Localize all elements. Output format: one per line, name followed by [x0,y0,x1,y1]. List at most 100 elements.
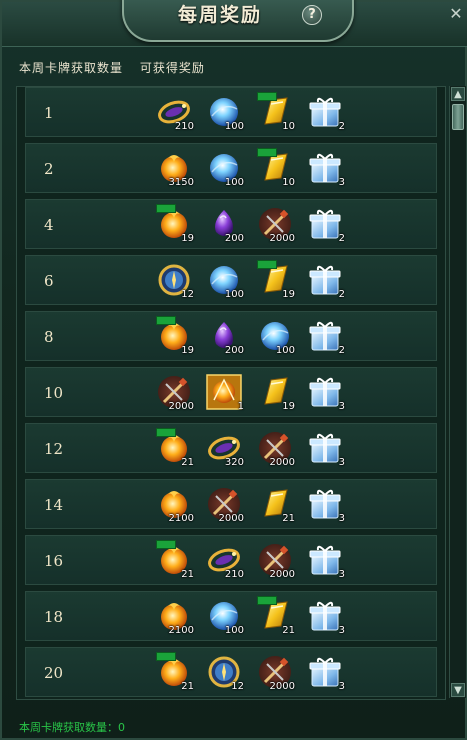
item-quantity: 3 [338,457,345,468]
weapon-reward-item[interactable]: 2000 [206,486,244,524]
gold-crystal-reward-item[interactable]: 10 [257,148,295,188]
reward-row: 14 2100 2000 21 3 [25,479,437,529]
gold-crystal-reward-item[interactable]: 10 [257,92,295,132]
item-quantity: 2000 [269,681,295,692]
item-quantity: 3 [338,681,345,692]
item-quantity: 100 [224,121,244,132]
row-card-count: 6 [44,272,54,290]
bound-tag-icon [156,428,176,437]
reward-row: 12 21 320 2000 3 [25,423,437,473]
item-quantity: 210 [224,569,244,580]
reward-row: 10 2000 1 19 3 [25,367,437,417]
gift-box-reward-item[interactable]: 2 [307,206,345,244]
fire-orb-reward-item[interactable]: 21 [156,652,194,692]
weapon-reward-item[interactable]: 2000 [257,654,295,692]
bound-tag-icon [156,316,176,325]
row-card-count: 10 [44,384,64,402]
bound-tag-icon [156,540,176,549]
row-card-count: 16 [44,552,64,570]
bound-tag-icon [257,148,277,157]
list-header: 本周卡牌获取数量 可获得奖励 [19,59,217,76]
golden-card-reward-item[interactable]: 1 [206,374,244,412]
gift-box-reward-item[interactable]: 3 [307,542,345,580]
scrollbar[interactable]: ▲ ▼ [449,86,466,698]
gift-box-reward-item[interactable]: 2 [307,318,345,356]
bound-tag-icon [156,204,176,213]
gold-crystal-reward-item[interactable]: 21 [257,486,295,524]
weapon-reward-item[interactable]: 2000 [257,430,295,468]
item-quantity: 1 [237,401,244,412]
purple-gem-reward-item[interactable]: 200 [206,206,244,244]
blue-orb-reward-item[interactable]: 100 [206,262,244,300]
bound-tag-icon [257,596,277,605]
item-quantity: 3 [338,569,345,580]
weapon-reward-item[interactable]: 2000 [156,374,194,412]
compass-reward-item[interactable]: 12 [206,654,244,692]
reward-list: 1 210 100 10 2 2 3150 100 10 3 4 19 200 2000 2 6 12 100 19… [16,86,446,700]
fire-orb-reward-item[interactable]: 2100 [156,598,194,636]
ring-reward-item[interactable]: 320 [206,430,244,468]
fire-orb-reward-item[interactable]: 2100 [156,486,194,524]
item-quantity: 19 [282,289,295,300]
item-quantity: 21 [181,681,194,692]
purple-gem-reward-item[interactable]: 200 [206,318,244,356]
item-quantity: 100 [224,289,244,300]
scroll-down-button[interactable]: ▼ [451,683,465,697]
fire-orb-reward-item[interactable]: 21 [156,540,194,580]
item-quantity: 200 [224,233,244,244]
fire-orb-reward-item[interactable]: 3150 [156,150,194,188]
ring-reward-item[interactable]: 210 [156,94,194,132]
item-quantity: 21 [282,625,295,636]
reward-row: 16 21 210 2000 3 [25,535,437,585]
fire-orb-reward-item[interactable]: 21 [156,428,194,468]
item-quantity: 320 [224,457,244,468]
item-quantity: 2000 [269,233,295,244]
row-card-count: 12 [44,440,64,458]
fire-orb-reward-item[interactable]: 19 [156,204,194,244]
ring-reward-item[interactable]: 210 [206,542,244,580]
gift-box-reward-item[interactable]: 2 [307,94,345,132]
gold-crystal-reward-item[interactable]: 21 [257,596,295,636]
item-quantity: 21 [181,457,194,468]
gift-box-reward-item[interactable]: 3 [307,374,345,412]
item-quantity: 2 [338,121,345,132]
gift-box-reward-item[interactable]: 3 [307,486,345,524]
blue-orb-reward-item[interactable]: 100 [206,598,244,636]
footer-status: 本周卡牌获取数量：0 [19,719,125,735]
gold-crystal-reward-item[interactable]: 19 [257,260,295,300]
reward-row: 20 21 12 2000 3 [25,647,437,697]
help-button[interactable]: ? [302,5,322,25]
blue-orb-reward-item[interactable]: 100 [206,94,244,132]
gold-crystal-reward-item[interactable]: 19 [257,374,295,412]
compass-reward-item[interactable]: 12 [156,262,194,300]
item-quantity: 2 [338,345,345,356]
gift-box-reward-item[interactable]: 3 [307,150,345,188]
item-quantity: 3 [338,177,345,188]
item-quantity: 2100 [168,513,194,524]
blue-orb-reward-item[interactable]: 100 [257,318,295,356]
item-quantity: 200 [224,345,244,356]
blue-orb-reward-item[interactable]: 100 [206,150,244,188]
scroll-thumb[interactable] [452,104,464,130]
row-card-count: 4 [44,216,54,234]
close-button[interactable]: ✕ [448,6,464,22]
reward-row: 4 19 200 2000 2 [25,199,437,249]
fire-orb-reward-item[interactable]: 19 [156,316,194,356]
gift-box-reward-item[interactable]: 3 [307,430,345,468]
gift-box-reward-item[interactable]: 3 [307,654,345,692]
item-quantity: 2000 [269,457,295,468]
item-quantity: 21 [282,513,295,524]
row-card-count: 14 [44,496,64,514]
item-quantity: 210 [174,121,194,132]
weapon-reward-item[interactable]: 2000 [257,542,295,580]
bound-tag-icon [257,92,277,101]
weapon-reward-item[interactable]: 2000 [257,206,295,244]
item-quantity: 21 [181,569,194,580]
row-card-count: 1 [44,104,54,122]
row-card-count: 20 [44,664,64,682]
gift-box-reward-item[interactable]: 3 [307,598,345,636]
row-card-count: 18 [44,608,64,626]
gift-box-reward-item[interactable]: 2 [307,262,345,300]
weekly-reward-window: 每周奖励 ? ✕ 本周卡牌获取数量 可获得奖励 1 210 100 10 2 2 3150 1… [0,0,467,740]
scroll-up-button[interactable]: ▲ [451,87,465,101]
